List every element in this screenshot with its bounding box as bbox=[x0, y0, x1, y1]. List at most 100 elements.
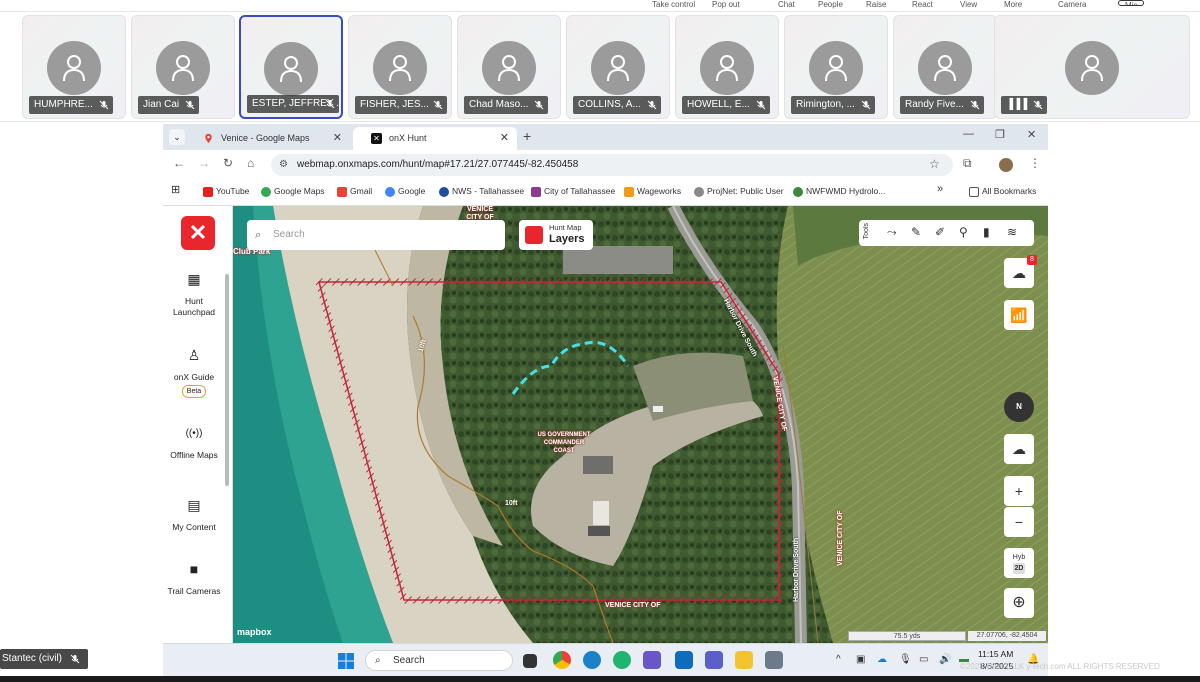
view-button[interactable]: View bbox=[960, 0, 977, 9]
layers-button[interactable]: Hunt Map Layers bbox=[519, 220, 593, 250]
windows-start-icon[interactable] bbox=[338, 653, 354, 669]
volume-icon[interactable]: 🔊 bbox=[939, 654, 951, 665]
content-icon: ▤ bbox=[187, 497, 201, 513]
zoom-in-button[interactable]: + bbox=[1004, 476, 1034, 506]
participant-tile[interactable]: COLLINS, A... bbox=[566, 15, 670, 119]
sidebar-item-trail-cameras[interactable]: ■ Trail Cameras bbox=[163, 562, 225, 597]
sidebar-item-my-content[interactable]: ▤ My Content bbox=[163, 497, 225, 533]
map-canvas[interactable]: VENICE CITY OF VENICE CITY OF VENICE CIT… bbox=[233, 206, 1048, 643]
more-bookmarks-icon[interactable]: » bbox=[937, 183, 943, 195]
crosshair-icon: ⊕ bbox=[1012, 594, 1026, 611]
outlook-icon[interactable] bbox=[675, 651, 693, 669]
weather-button[interactable]: ☁ 8 bbox=[1004, 255, 1037, 288]
task-view-icon[interactable] bbox=[523, 654, 537, 668]
participant-tile[interactable]: ▐▐▐ bbox=[994, 15, 1190, 119]
eraser-icon[interactable]: ✐ bbox=[935, 225, 945, 239]
draw-icon[interactable]: ✎ bbox=[911, 225, 921, 239]
bookmark-projnet[interactable]: ProjNet: Public User bbox=[694, 186, 784, 197]
file-explorer-icon[interactable] bbox=[735, 651, 753, 669]
google-maps-icon bbox=[205, 133, 212, 144]
react-button[interactable]: React bbox=[912, 0, 933, 9]
taskbar-search-input[interactable]: ⌕ Search bbox=[365, 650, 513, 671]
sidebar-item-onx-guide[interactable]: ♙ onX Guide Beta bbox=[163, 348, 225, 398]
tab-search-button[interactable]: ⌄ bbox=[169, 129, 185, 145]
note-icon[interactable]: ▮ bbox=[983, 225, 990, 239]
calculator-icon[interactable] bbox=[765, 651, 783, 669]
bookmark-google[interactable]: Google bbox=[385, 186, 425, 197]
bookmark-gmail[interactable]: Gmail bbox=[337, 186, 372, 197]
raise-button[interactable]: Raise bbox=[866, 0, 886, 9]
reload-icon[interactable]: ↻ bbox=[223, 156, 233, 170]
mic-button[interactable]: Mic bbox=[1118, 0, 1145, 6]
extensions-icon[interactable]: ⧉ bbox=[963, 156, 972, 171]
participant-tile[interactable]: Randy Five... bbox=[893, 15, 997, 119]
tab-google-maps[interactable]: Venice - Google Maps ✕ bbox=[185, 127, 350, 150]
edge-canary-icon[interactable] bbox=[613, 651, 631, 669]
bookmark-star-icon[interactable]: ☆ bbox=[929, 157, 940, 171]
search-input[interactable]: ⌕ Search bbox=[247, 220, 505, 250]
menu-icon[interactable]: ⋮ bbox=[1029, 156, 1041, 170]
bookmark-wageworks[interactable]: Wageworks bbox=[624, 186, 681, 197]
clock-time: 11:15 AM bbox=[978, 649, 1014, 659]
terrain-3d-button[interactable]: ☁ bbox=[1004, 434, 1034, 464]
app-icon[interactable] bbox=[643, 651, 661, 669]
people-button[interactable]: People bbox=[818, 0, 843, 9]
participant-tile[interactable]: HOWELL, E... bbox=[675, 15, 779, 119]
basemap-label: Hyb bbox=[1012, 554, 1026, 561]
bookmark-google-maps[interactable]: Google Maps bbox=[261, 186, 325, 197]
close-tab-icon[interactable]: ✕ bbox=[333, 127, 342, 150]
restore-icon[interactable]: ❐ bbox=[995, 128, 1005, 141]
pop-out-button[interactable]: Pop out bbox=[712, 0, 740, 9]
edge-icon[interactable] bbox=[583, 651, 601, 669]
minimize-icon[interactable]: — bbox=[963, 128, 974, 140]
sidebar-scroll-thumb[interactable] bbox=[225, 274, 229, 486]
sidebar-item-offline-maps[interactable]: ((•)) Offline Maps bbox=[163, 428, 225, 461]
tab-onx-hunt[interactable]: ✕ onX Hunt ✕ bbox=[353, 127, 517, 150]
zoom-out-button[interactable]: − bbox=[1004, 507, 1034, 537]
sidebar-item-hunt-launchpad[interactable]: ▦ Hunt Launchpad bbox=[163, 272, 225, 318]
compass-button[interactable]: N bbox=[1004, 392, 1034, 422]
bookmark-city-tallahassee[interactable]: City of Tallahassee bbox=[531, 186, 615, 197]
onx-logo[interactable]: ✕ bbox=[181, 216, 215, 250]
home-icon[interactable]: ⌂ bbox=[247, 156, 254, 170]
back-icon[interactable]: ← bbox=[173, 156, 185, 170]
profile-avatar[interactable] bbox=[999, 158, 1013, 172]
tray-app-icon[interactable]: ▣ bbox=[856, 654, 865, 665]
chrome-icon[interactable] bbox=[553, 651, 571, 669]
bookmark-nws[interactable]: NWS - Tallahassee bbox=[439, 186, 524, 197]
site-info-icon[interactable]: ⚙ bbox=[279, 154, 288, 176]
participant-tile[interactable]: Jian Cai bbox=[131, 15, 235, 119]
participant-tile[interactable]: FISHER, JES... bbox=[348, 15, 452, 119]
more-button[interactable]: More bbox=[1004, 0, 1022, 9]
bookmark-youtube[interactable]: YouTube bbox=[203, 186, 249, 197]
new-tab-icon[interactable]: + bbox=[523, 128, 531, 144]
map-label-contour-2: 10ft bbox=[505, 500, 518, 507]
chart-icon: 📶 bbox=[1010, 307, 1028, 323]
apps-icon[interactable]: ⊞ bbox=[171, 183, 180, 196]
close-tab-icon[interactable]: ✕ bbox=[500, 127, 509, 150]
basemap-toggle[interactable]: Hyb 2D bbox=[1004, 548, 1034, 578]
wind-icon[interactable]: ≋ bbox=[1007, 225, 1017, 239]
onedrive-icon[interactable]: ☁ bbox=[877, 654, 887, 665]
forward-icon[interactable]: → bbox=[198, 156, 210, 170]
camera-button[interactable]: Camera bbox=[1058, 0, 1086, 9]
take-control-button[interactable]: Take control bbox=[652, 0, 695, 9]
participant-tile[interactable]: Rimington, ... bbox=[784, 15, 888, 119]
microphone-icon[interactable]: 🎙 bbox=[899, 654, 912, 665]
route-icon[interactable]: ⤳ bbox=[887, 225, 897, 240]
url-input[interactable]: ⚙ webmap.onxmaps.com/hunt/map#17.21/27.0… bbox=[271, 154, 953, 176]
participant-tile[interactable]: Chad Maso... bbox=[457, 15, 561, 119]
analytics-button[interactable]: 📶 bbox=[1004, 300, 1034, 330]
teams-icon[interactable] bbox=[705, 651, 723, 669]
participant-tile[interactable]: HUMPHRE... bbox=[22, 15, 126, 119]
all-bookmarks-folder[interactable]: All Bookmarks bbox=[969, 186, 1036, 197]
close-window-icon[interactable]: ✕ bbox=[1027, 128, 1036, 141]
participant-tile[interactable]: ESTEP, JEFFREY ... bbox=[239, 15, 343, 119]
bookmark-nwfwmd[interactable]: NWFWMD Hydrolo... bbox=[793, 186, 885, 197]
sidebar-item-label: My Content bbox=[172, 522, 216, 532]
display-icon[interactable]: ▭ bbox=[919, 654, 928, 665]
tray-overflow-icon[interactable]: ^ bbox=[836, 654, 841, 665]
waypoint-icon[interactable]: ⚲ bbox=[959, 225, 968, 239]
locate-button[interactable]: ⊕ bbox=[1004, 588, 1034, 618]
chat-button[interactable]: Chat bbox=[778, 0, 795, 9]
